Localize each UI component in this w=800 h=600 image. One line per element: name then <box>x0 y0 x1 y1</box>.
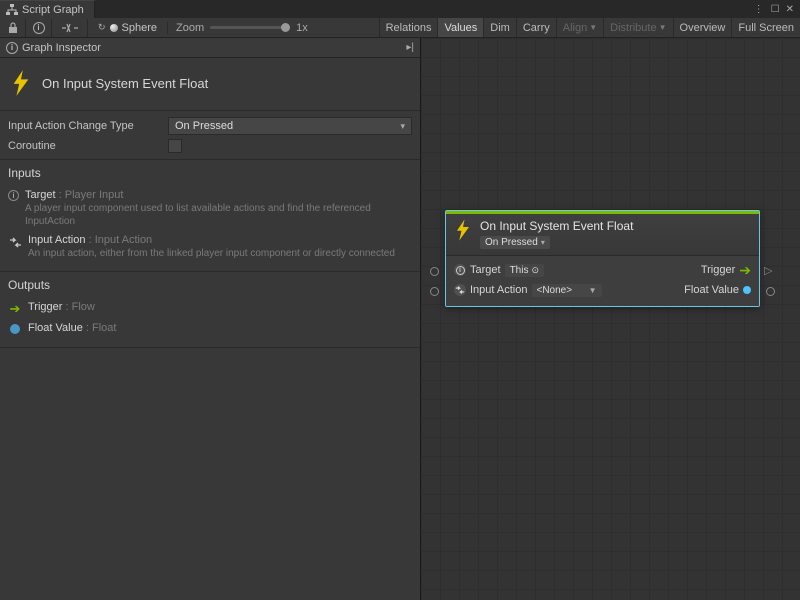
divider <box>0 347 420 348</box>
prop-label: Input Action Change Type <box>8 120 168 132</box>
toolbar: i ↻ Sphere Zoom 1x Relations Values Dim … <box>0 18 800 38</box>
lock-button[interactable] <box>0 19 26 37</box>
node-body: i Target This⊙ Trigger ➔ Input Action <box>446 255 759 306</box>
target-field[interactable]: This⊙ <box>505 264 544 277</box>
section-title: Outputs <box>8 278 412 292</box>
lock-icon <box>8 22 18 33</box>
tab-script-graph[interactable]: Script Graph <box>0 0 95 18</box>
output-flow-handle[interactable]: ▷ <box>764 264 772 277</box>
input-port-handle[interactable] <box>430 287 439 296</box>
window-controls: ⋮ ☐ ✕ <box>754 0 800 18</box>
tab-values[interactable]: Values <box>437 18 483 37</box>
context-selector[interactable]: ↻ Sphere <box>88 22 168 34</box>
port-name: Float Value <box>28 322 83 334</box>
close-icon[interactable]: ✕ <box>786 4 794 15</box>
input-port-input-action: Input Action : Input Action An input act… <box>8 231 412 263</box>
info-button[interactable]: i <box>26 19 52 37</box>
zoom-control: Zoom 1x <box>168 22 316 34</box>
node-title-text: On Input System Event Float <box>42 76 208 91</box>
value-port-icon <box>743 286 751 294</box>
coroutine-checkbox[interactable] <box>168 139 182 153</box>
chevron-down-icon: ▼ <box>659 23 667 32</box>
port-name: Target <box>25 189 56 201</box>
port-label: Trigger <box>701 264 735 276</box>
prop-change-type: Input Action Change Type On Pressed <box>0 115 420 137</box>
port-name: Input Action <box>28 234 86 246</box>
node-title: On Input System Event Float <box>480 219 751 233</box>
zoom-label: Zoom <box>176 22 204 34</box>
value-port-icon <box>10 324 20 334</box>
input-action-port-icon <box>454 284 466 296</box>
port-type: Player Input <box>65 189 124 201</box>
variables-button[interactable] <box>52 19 88 37</box>
input-port-target: i Target : Player Input A player input c… <box>8 186 412 231</box>
output-port-trigger: ➔ Trigger : Flow <box>8 298 412 319</box>
tab-relations[interactable]: Relations <box>379 18 438 37</box>
port-name: Trigger <box>28 301 62 313</box>
port-type: Float <box>92 322 116 334</box>
port-label: Target <box>470 264 501 276</box>
tab-dim[interactable]: Dim <box>483 18 516 37</box>
chevron-down-icon: ▼ <box>589 23 597 32</box>
refresh-icon: ↻ <box>98 22 106 33</box>
slider-knob[interactable] <box>281 23 290 32</box>
info-icon: i <box>6 42 18 54</box>
port-desc: An input action, either from the linked … <box>28 247 412 260</box>
menu-icon[interactable]: ⋮ <box>754 4 765 15</box>
change-type-dropdown[interactable]: On Pressed <box>168 117 412 135</box>
tab-align[interactable]: Align▼ <box>556 18 603 37</box>
graph-node[interactable]: On Input System Event Float On Pressed i… <box>445 210 760 307</box>
graph-inspector: i Graph Inspector ▸| On Input System Eve… <box>0 38 421 600</box>
variables-icon <box>62 23 78 33</box>
outputs-section: Outputs ➔ Trigger : Flow Float Value : F… <box>0 272 420 347</box>
maximize-icon[interactable]: ☐ <box>771 4 780 15</box>
target-picker-icon: ⊙ <box>531 265 539 276</box>
zoom-value: 1x <box>296 22 308 34</box>
tab-fullscreen[interactable]: Full Screen <box>731 18 800 37</box>
tab-overview[interactable]: Overview <box>673 18 732 37</box>
target-port-icon: i <box>454 264 466 276</box>
graph-canvas[interactable]: On Input System Event Float On Pressed i… <box>421 38 800 600</box>
node-header: On Input System Event Float <box>0 58 420 110</box>
tab-label: Script Graph <box>22 4 84 16</box>
prop-label: Coroutine <box>8 140 168 152</box>
inspector-header: i Graph Inspector ▸| <box>0 38 420 58</box>
bolt-icon <box>454 219 472 241</box>
port-desc: A player input component used to list av… <box>25 202 412 228</box>
input-action-icon <box>8 235 22 249</box>
toolbar-right: Relations Values Dim Carry Align▼ Distri… <box>379 18 800 37</box>
main: i Graph Inspector ▸| On Input System Eve… <box>0 38 800 600</box>
context-label: Sphere <box>122 22 157 34</box>
tab-carry[interactable]: Carry <box>516 18 556 37</box>
section-title: Inputs <box>8 166 412 180</box>
node-header[interactable]: On Input System Event Float On Pressed <box>446 211 759 255</box>
info-icon: i <box>33 22 45 34</box>
flow-arrow-icon: ➔ <box>8 302 22 316</box>
target-icon: i <box>8 190 19 201</box>
inputs-section: Inputs i Target : Player Input A player … <box>0 160 420 271</box>
tab-bar: Script Graph ⋮ ☐ ✕ <box>0 0 800 18</box>
node-mode-tag[interactable]: On Pressed <box>480 236 550 249</box>
port-label: Input Action <box>470 284 528 296</box>
port-type: Flow <box>72 301 95 313</box>
zoom-slider[interactable] <box>210 26 290 29</box>
sphere-icon <box>110 24 118 32</box>
prop-coroutine: Coroutine <box>0 137 420 155</box>
port-type: Input Action <box>95 234 153 246</box>
tab-distribute[interactable]: Distribute▼ <box>603 18 672 37</box>
output-port-handle[interactable] <box>766 287 775 296</box>
output-port-float-value: Float Value : Float <box>8 319 412 339</box>
flow-arrow-icon: ➔ <box>739 262 751 279</box>
collapse-button[interactable]: ▸| <box>406 42 414 53</box>
graph-tab-icon <box>6 4 18 16</box>
input-port-handle[interactable] <box>430 267 439 276</box>
bolt-icon <box>10 70 32 96</box>
input-action-field[interactable]: <None>▼ <box>532 284 602 297</box>
inspector-title: Graph Inspector <box>22 42 101 54</box>
port-label: Float Value <box>684 284 739 296</box>
chevron-down-icon: ▼ <box>589 286 597 295</box>
